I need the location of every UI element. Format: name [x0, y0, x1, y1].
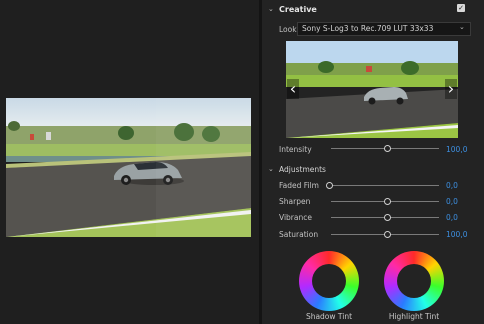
- faded-film-slider-thumb[interactable]: [326, 182, 333, 189]
- look-preview-thumbnail: [286, 41, 458, 138]
- adjustments-collapse-chevron-icon[interactable]: ⌄: [268, 165, 274, 173]
- next-look-chevron-right-icon[interactable]: ›: [445, 79, 457, 99]
- saturation-value[interactable]: 100,0: [446, 230, 467, 239]
- shadow-tint-label: Shadow Tint: [305, 312, 353, 321]
- chevron-down-icon: ⌄: [459, 23, 465, 31]
- vibrance-label: Vibrance: [279, 213, 312, 222]
- look-preview-image: [286, 41, 458, 138]
- highlight-tint-label: Highlight Tint: [388, 312, 440, 321]
- creative-collapse-chevron-icon[interactable]: ⌄: [268, 5, 274, 13]
- video-frame-image: [6, 98, 251, 237]
- creative-enable-checkbox[interactable]: ✓: [457, 4, 465, 12]
- faded-film-label: Faded Film: [279, 181, 319, 190]
- sharpen-slider-thumb[interactable]: [384, 198, 391, 205]
- look-dropdown[interactable]: Sony S-Log3 to Rec.709 LUT 33x33 ⌄: [297, 22, 471, 36]
- highlight-tint-color-wheel[interactable]: [384, 251, 444, 311]
- vibrance-slider-thumb[interactable]: [384, 214, 391, 221]
- saturation-slider-thumb[interactable]: [384, 231, 391, 238]
- creative-section-title: Creative: [279, 5, 317, 14]
- previous-look-chevron-left-icon[interactable]: ‹: [287, 79, 299, 99]
- intensity-value[interactable]: 100,0: [446, 145, 467, 154]
- vibrance-value[interactable]: 0,0: [446, 213, 458, 222]
- program-monitor: [0, 0, 259, 324]
- look-dropdown-value: Sony S-Log3 to Rec.709 LUT 33x33: [302, 24, 434, 33]
- video-frame: [6, 98, 251, 237]
- sharpen-label: Sharpen: [279, 197, 311, 206]
- intensity-slider-thumb[interactable]: [384, 145, 391, 152]
- intensity-label: Intensity: [279, 145, 312, 154]
- faded-film-slider-track[interactable]: [331, 185, 439, 186]
- look-label: Look: [279, 25, 297, 34]
- saturation-label: Saturation: [279, 230, 319, 239]
- adjustments-section-title: Adjustments: [279, 165, 326, 174]
- shadow-tint-color-wheel[interactable]: [299, 251, 359, 311]
- sharpen-value[interactable]: 0,0: [446, 197, 458, 206]
- faded-film-value[interactable]: 0,0: [446, 181, 458, 190]
